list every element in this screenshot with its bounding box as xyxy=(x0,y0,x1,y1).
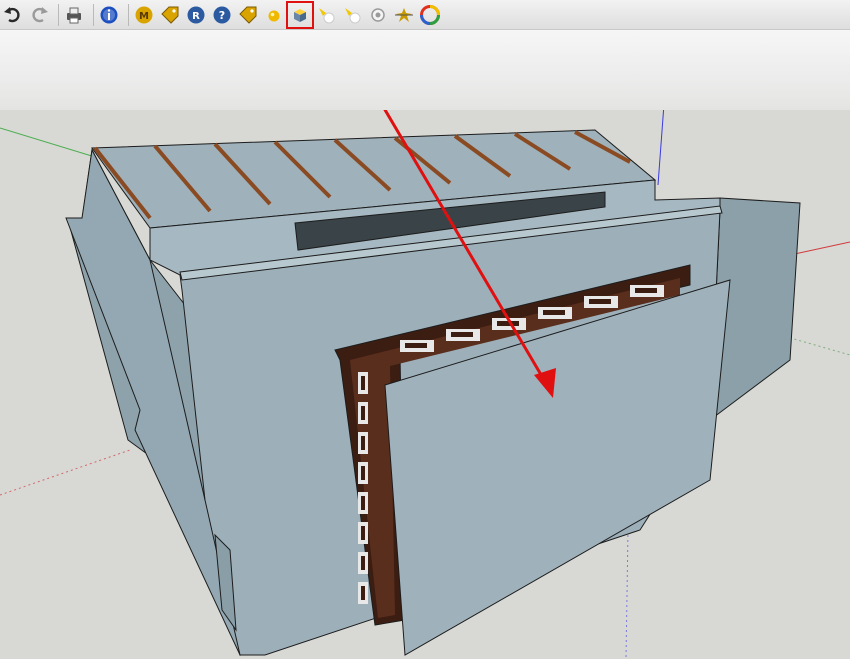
model-info-button[interactable] xyxy=(98,4,120,26)
sun-star-icon xyxy=(395,7,413,22)
lattice-piece xyxy=(361,496,365,510)
spot-light-button[interactable] xyxy=(315,4,337,26)
lattice-piece xyxy=(589,299,611,304)
svg-text:?: ? xyxy=(219,9,225,22)
lattice-piece xyxy=(361,526,365,540)
lattice-piece xyxy=(635,288,657,293)
box-light-icon xyxy=(294,8,306,22)
help-icon: ? xyxy=(213,6,231,23)
toolbar-separator xyxy=(58,3,59,26)
lattice-piece xyxy=(361,586,365,600)
svg-text:R: R xyxy=(192,11,200,22)
omni-light-button[interactable] xyxy=(367,4,389,26)
redo-arrow-icon xyxy=(32,6,48,22)
green-axis xyxy=(0,127,96,158)
lattice-piece xyxy=(361,376,365,390)
spot-light-icon xyxy=(319,7,335,23)
svg-text:M: M xyxy=(139,11,149,22)
render-r-button[interactable]: R xyxy=(185,4,207,26)
sphere-light-icon xyxy=(268,10,280,21)
tag-icon xyxy=(161,6,179,24)
toolbar-ribbon-area xyxy=(0,30,850,110)
lattice-piece xyxy=(405,343,427,348)
lattice-piece xyxy=(497,321,519,326)
toolbar-separator xyxy=(128,3,129,26)
building-model[interactable] xyxy=(65,129,801,657)
tag-icon xyxy=(239,6,257,24)
color-wheel-button[interactable] xyxy=(419,4,441,26)
info-icon xyxy=(100,6,118,23)
sun-light-button[interactable] xyxy=(393,4,415,26)
render-r-icon: R xyxy=(187,6,205,23)
lattice-piece xyxy=(543,310,565,315)
materials-button[interactable]: M xyxy=(133,4,155,26)
spot-light-2-button[interactable] xyxy=(341,4,363,26)
3d-viewport[interactable] xyxy=(0,110,850,659)
redo-button[interactable] xyxy=(28,4,50,26)
light-tag-button[interactable] xyxy=(237,4,259,26)
sphere-light-button[interactable] xyxy=(263,4,285,26)
box-light-button[interactable] xyxy=(286,0,314,29)
omni-light-icon xyxy=(371,7,385,22)
undo-arrow-icon xyxy=(4,6,20,22)
blue-axis xyxy=(657,110,665,186)
undo-button[interactable] xyxy=(2,4,24,26)
print-button[interactable] xyxy=(63,4,85,26)
color-wheel-icon xyxy=(420,4,440,25)
spot-light-icon xyxy=(345,7,361,23)
blue-axis-dotted xyxy=(625,529,629,659)
help-button[interactable]: ? xyxy=(211,4,233,26)
toolbar-separator xyxy=(93,3,94,26)
lattice-piece xyxy=(361,466,365,480)
lattice-piece xyxy=(361,436,365,450)
main-toolbar: M R? xyxy=(0,0,850,30)
lattice-piece xyxy=(361,556,365,570)
material-m-icon: M xyxy=(135,6,153,23)
printer-icon xyxy=(67,7,81,23)
red-axis-dotted xyxy=(0,449,131,496)
lattice-piece xyxy=(361,406,365,420)
texture-tag-button[interactable] xyxy=(159,4,181,26)
lattice-piece xyxy=(451,332,473,337)
red-axis xyxy=(789,241,850,256)
model-canvas[interactable] xyxy=(0,110,850,659)
